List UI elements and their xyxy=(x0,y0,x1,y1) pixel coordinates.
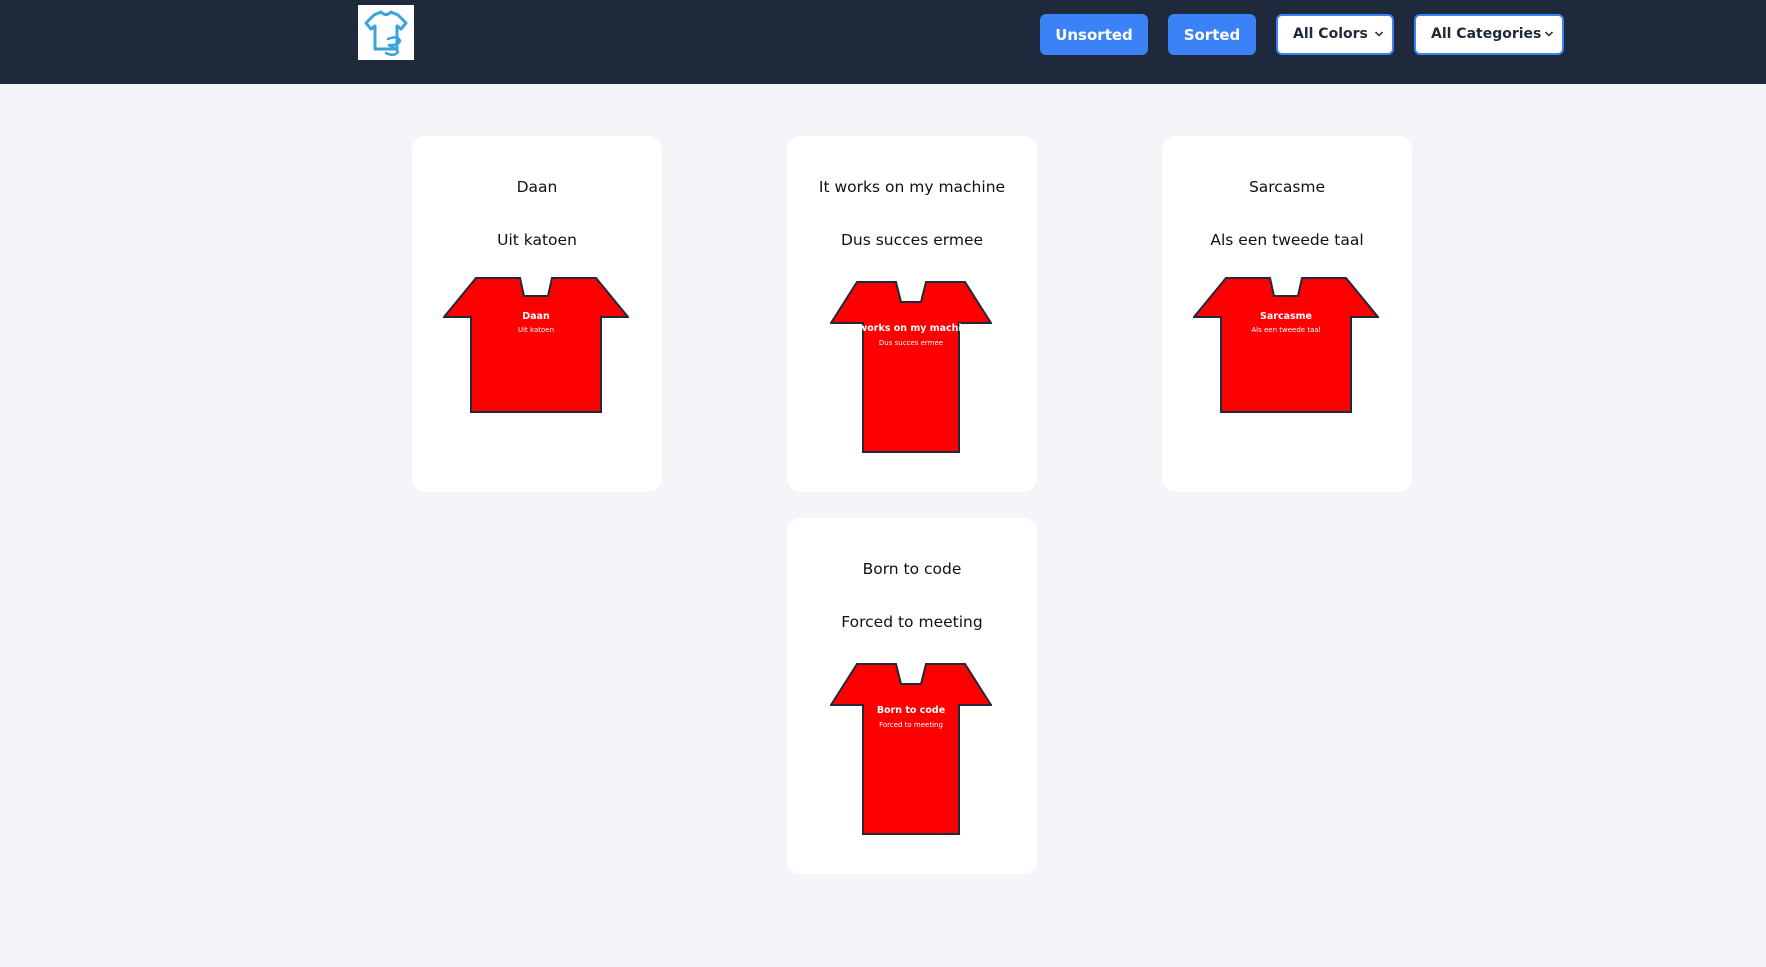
product-card[interactable]: It works on my machine Dus succes ermee … xyxy=(787,136,1037,492)
tshirt-icon xyxy=(364,10,408,56)
category-filter-select[interactable]: All Categories xyxy=(1414,14,1564,55)
chevron-down-icon xyxy=(1374,29,1384,39)
color-filter-value: All Colors xyxy=(1293,26,1368,42)
tshirt-print-subtitle: Als een tweede taal xyxy=(1251,326,1321,334)
tshirt-print-title: Born to code xyxy=(876,705,946,716)
tshirt-shape xyxy=(443,277,629,413)
logo[interactable] xyxy=(358,5,414,60)
product-card[interactable]: Born to code Forced to meeting Born to c… xyxy=(787,518,1037,874)
tshirt-print-subtitle: Uit katoen xyxy=(517,326,555,334)
tshirt-print-subtitle: Forced to meeting xyxy=(879,721,943,729)
tshirt-shape xyxy=(830,281,992,453)
tshirt-preview: Born to code Forced to meeting xyxy=(830,663,992,835)
tshirt-print-title: Daan xyxy=(522,311,550,322)
unsorted-button[interactable]: Unsorted xyxy=(1040,14,1148,55)
tshirt-print-title: It works on my machine xyxy=(847,323,975,334)
product-title: Sarcasme xyxy=(1248,178,1326,196)
product-subtitle: Uit katoen xyxy=(497,231,577,249)
chevron-down-icon xyxy=(1544,29,1554,39)
tshirt-preview: Sarcasme Als een tweede taal xyxy=(1193,277,1379,413)
product-card[interactable]: Daan Uit katoen Daan Uit katoen xyxy=(412,136,662,492)
tshirt-shape xyxy=(1193,277,1379,413)
product-title: It works on my machine xyxy=(818,178,1006,196)
product-title: Born to code xyxy=(862,560,962,578)
product-title: Daan xyxy=(516,178,558,196)
tshirt-print-subtitle: Dus succes ermee xyxy=(878,339,944,347)
tshirt-shape xyxy=(830,663,992,835)
product-subtitle: Als een tweede taal xyxy=(1210,231,1364,249)
tshirt-preview: It works on my machine Dus succes ermee xyxy=(830,281,992,453)
color-filter-select[interactable]: All Colors xyxy=(1276,14,1394,55)
top-navbar: Unsorted Sorted All Colors All Categorie… xyxy=(0,0,1766,84)
product-card[interactable]: Sarcasme Als een tweede taal Sarcasme Al… xyxy=(1162,136,1412,492)
tshirt-print-title: Sarcasme xyxy=(1260,311,1312,322)
category-filter-value: All Categories xyxy=(1431,26,1542,42)
product-subtitle: Forced to meeting xyxy=(841,613,983,631)
product-subtitle: Dus succes ermee xyxy=(840,231,984,249)
sorted-button[interactable]: Sorted xyxy=(1168,14,1256,55)
tshirt-preview: Daan Uit katoen xyxy=(443,277,629,413)
